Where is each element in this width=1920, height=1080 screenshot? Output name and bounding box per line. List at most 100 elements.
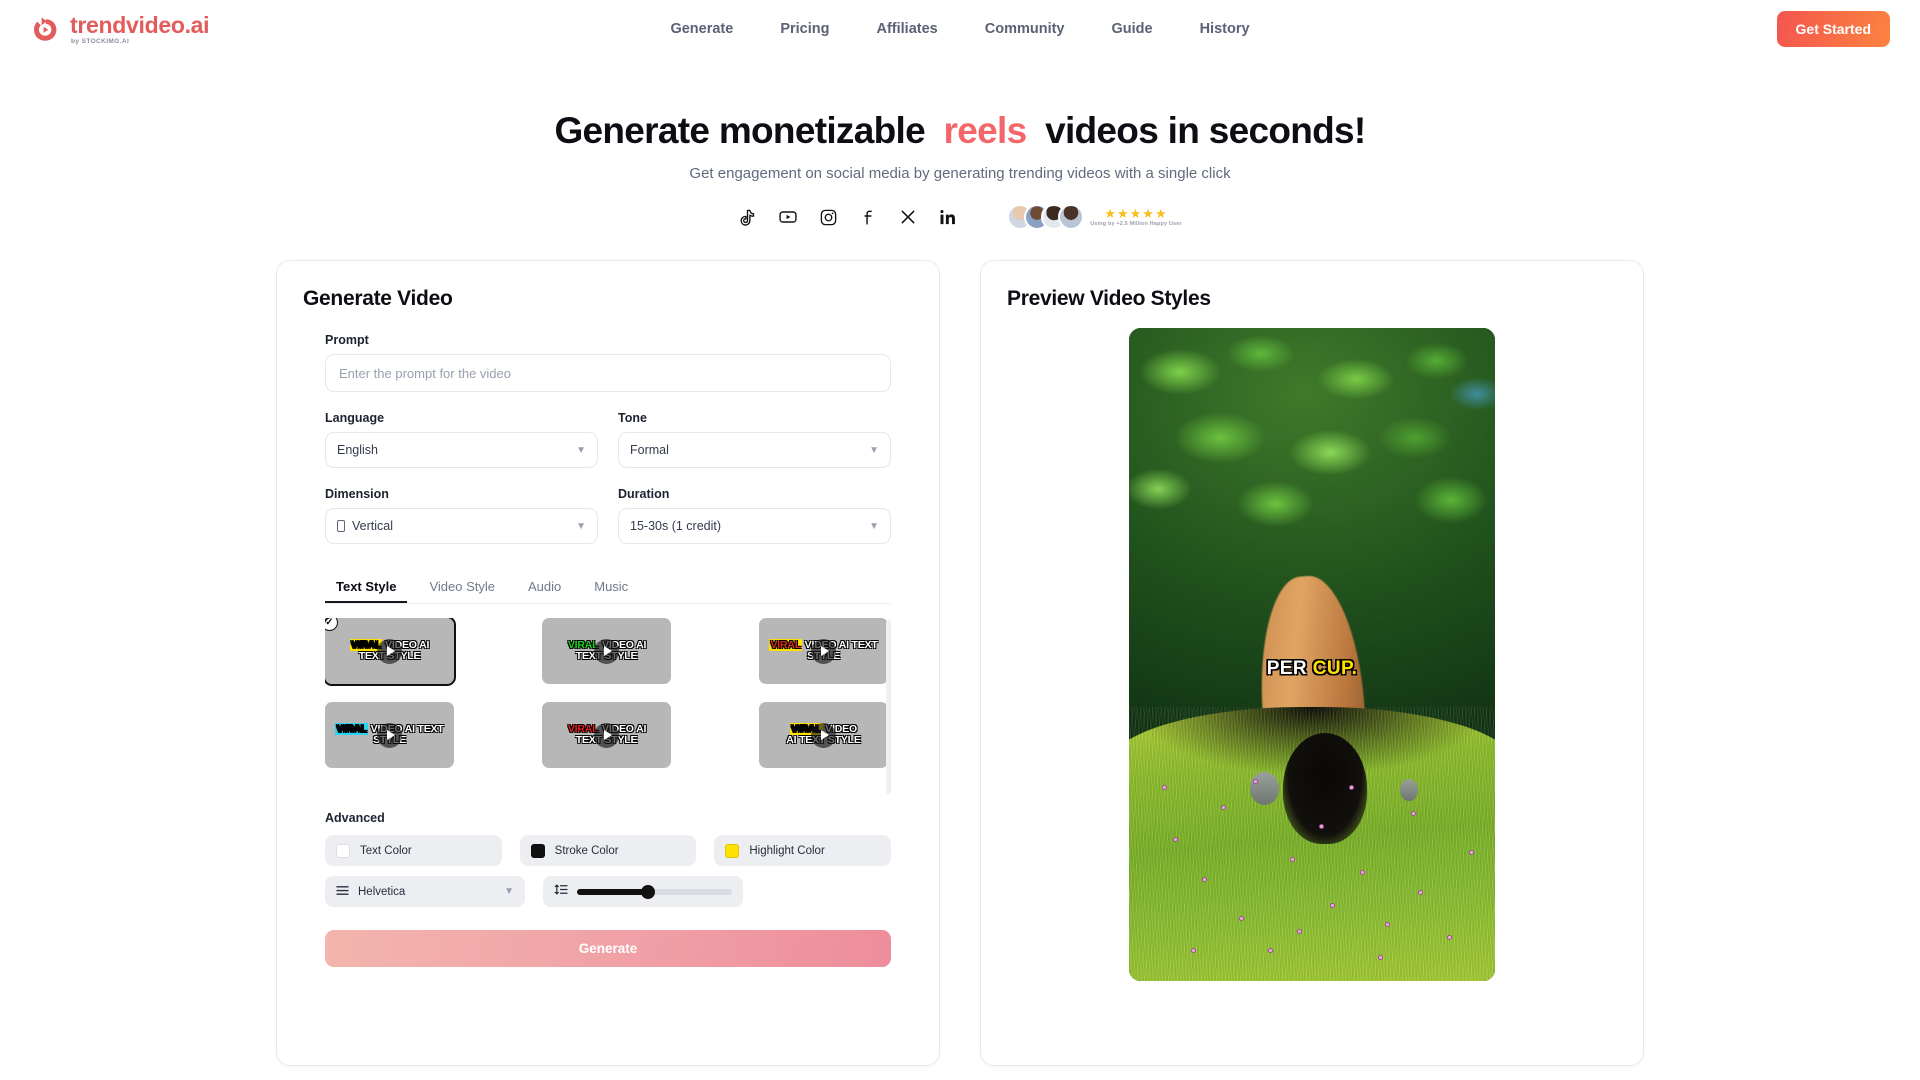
language-label: Language xyxy=(325,411,385,425)
video-flower xyxy=(1161,785,1167,791)
line-spacing-slider[interactable] xyxy=(577,884,732,899)
video-caption: PER CUP. xyxy=(1129,658,1495,680)
nav-item-pricing[interactable]: Pricing xyxy=(780,21,829,37)
dimension-label: Dimension xyxy=(325,487,389,501)
stroke-color-picker[interactable]: Stroke Color xyxy=(519,835,697,866)
linkedin-icon[interactable] xyxy=(938,208,957,227)
chevron-down-icon: ▼ xyxy=(869,444,879,456)
logo-text: trendvideo.ai xyxy=(70,11,210,38)
text-color-swatch xyxy=(336,843,350,858)
highlight-color-picker[interactable]: Highlight Color xyxy=(714,835,892,866)
text-style-option[interactable]: VIRAL VIDEO AI TEXT STYLE ✓ xyxy=(325,618,456,686)
language-value: English xyxy=(337,443,378,457)
video-burrow xyxy=(1282,732,1367,844)
hero-title-part2: videos in seconds! xyxy=(1045,110,1366,151)
get-started-button[interactable]: Get Started xyxy=(1776,11,1890,47)
logo-subtext: by STOCKIMG.AI xyxy=(71,37,130,45)
video-flower xyxy=(1238,915,1244,921)
text-style-option[interactable]: VIRAL VIDEO AI TEXT STYLE xyxy=(542,618,671,684)
language-select[interactable]: English ▼ xyxy=(325,432,598,468)
text-style-option[interactable]: VIRAL VIDEO AI TEXT STYLE xyxy=(542,702,671,768)
text-style-option[interactable]: VIRAL VIDEOAI TEXT STYLE xyxy=(759,702,888,768)
tiktok-icon[interactable] xyxy=(738,208,757,227)
font-family-value: Helvetica xyxy=(358,885,406,898)
chevron-down-icon: ▼ xyxy=(576,444,586,456)
hero-subtitle: Get engagement on social media by genera… xyxy=(689,165,1231,182)
instagram-icon[interactable] xyxy=(819,208,838,227)
prompt-label: Prompt xyxy=(325,333,369,347)
video-flower xyxy=(1418,889,1424,895)
nav-item-generate[interactable]: Generate xyxy=(670,21,733,37)
video-flower xyxy=(1220,804,1226,810)
page-title: Generate monetizable reels videos in sec… xyxy=(0,110,1920,152)
text-color-label: Text Color xyxy=(360,844,412,857)
rating-block: ★★★★★ Using by +2.5 Million Happy User xyxy=(1007,204,1182,230)
text-style-option[interactable]: VIRAL VIDEO AI TEXTSTYLE xyxy=(325,702,454,768)
play-icon[interactable] xyxy=(377,722,402,748)
duration-label: Duration xyxy=(618,487,670,501)
line-spacing-control[interactable] xyxy=(543,876,743,907)
text-style-grid: VIRAL VIDEO AI TEXT STYLE ✓ VIRAL VIDEO AI T… xyxy=(325,618,888,768)
youtube-icon[interactable] xyxy=(778,207,798,227)
nav-item-community[interactable]: Community xyxy=(985,21,1065,37)
play-icon[interactable] xyxy=(811,638,836,664)
hero-title-accent: reels xyxy=(943,110,1028,151)
prompt-input[interactable] xyxy=(325,354,891,392)
tone-select[interactable]: Formal ▼ xyxy=(618,432,891,468)
play-icon[interactable] xyxy=(594,722,619,748)
tone-label: Tone xyxy=(618,411,647,425)
play-icon[interactable] xyxy=(811,722,836,748)
text-style-option[interactable]: VIRAL VIDEO AI TEXTSTYLE xyxy=(759,618,888,684)
hero-title-part1: Generate monetizable xyxy=(554,110,925,151)
stroke-color-swatch xyxy=(530,843,545,858)
play-icon[interactable] xyxy=(377,638,402,664)
tab-audio[interactable]: Audio xyxy=(517,572,572,603)
duration-select[interactable]: 15-30s (1 credit) ▼ xyxy=(618,508,891,544)
video-flower xyxy=(1290,856,1296,862)
rating-caption: Using by +2.5 Million Happy User xyxy=(1090,221,1182,227)
nav-item-guide[interactable]: Guide xyxy=(1111,21,1152,37)
avatar xyxy=(1058,204,1085,230)
check-icon: ✓ xyxy=(325,618,338,631)
font-list-icon xyxy=(336,885,349,899)
play-icon[interactable] xyxy=(594,638,619,664)
generate-video-panel: Generate Video Prompt Language English ▼… xyxy=(276,260,940,1066)
hero-section: Generate monetizable reels videos in sec… xyxy=(0,110,1920,230)
slider-fill xyxy=(577,888,649,895)
video-rock xyxy=(1249,772,1280,805)
nav-item-history[interactable]: History xyxy=(1200,21,1250,37)
line-spacing-icon xyxy=(554,883,568,901)
star-rating: ★★★★★ xyxy=(1104,206,1168,221)
video-flower xyxy=(1202,876,1208,882)
tone-value: Formal xyxy=(630,443,669,457)
tab-video-style[interactable]: Video Style xyxy=(418,572,506,603)
vertical-phone-icon xyxy=(337,520,345,532)
caption-word-highlight: CUP. xyxy=(1312,657,1358,679)
preview-video-panel: Preview Video Styles PER CUP. xyxy=(980,260,1644,1066)
tab-text-style[interactable]: Text Style xyxy=(325,572,407,603)
preview-stage: PER CUP. xyxy=(1007,328,1617,981)
font-family-select[interactable]: Helvetica ▼ xyxy=(325,876,525,907)
facebook-icon[interactable] xyxy=(859,208,878,227)
generate-button[interactable]: Generate xyxy=(325,930,891,967)
caption-word-white: PER xyxy=(1266,657,1308,679)
video-flower xyxy=(1348,785,1354,791)
social-proof-row: ★★★★★ Using by +2.5 Million Happy User xyxy=(0,204,1920,230)
video-flower xyxy=(1377,954,1383,960)
chevron-down-icon: ▼ xyxy=(869,520,879,532)
generate-form: Prompt Language English ▼ Tone Formal ▼ xyxy=(303,333,913,967)
text-color-picker[interactable]: Text Color xyxy=(325,835,502,866)
logo[interactable]: trendvideo.ai by STOCKIMG.AI xyxy=(30,11,210,46)
video-preview[interactable]: PER CUP. xyxy=(1129,328,1495,981)
slider-handle[interactable] xyxy=(641,884,656,899)
dimension-value: Vertical xyxy=(352,519,393,533)
text-style-list: VIRAL VIDEO AI TEXT STYLE ✓ VIRAL VIDEO AI T… xyxy=(325,618,891,796)
nav-item-affiliates[interactable]: Affiliates xyxy=(876,21,937,37)
tab-music[interactable]: Music xyxy=(583,572,639,603)
style-list-scrollbar[interactable] xyxy=(886,620,891,794)
app-header: trendvideo.ai by STOCKIMG.AI Generate Pr… xyxy=(0,0,1920,58)
dimension-select[interactable]: Vertical ▼ xyxy=(325,508,598,544)
preview-panel-title: Preview Video Styles xyxy=(1007,287,1211,310)
video-flower xyxy=(1330,902,1336,908)
x-icon[interactable] xyxy=(899,208,917,226)
